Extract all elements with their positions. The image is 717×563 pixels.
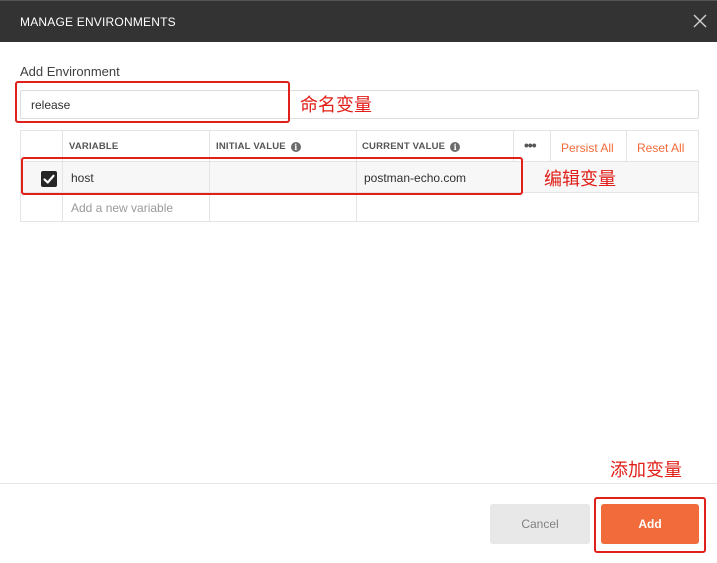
add-button[interactable]: Add xyxy=(601,504,699,544)
info-icon[interactable]: i xyxy=(450,141,461,152)
more-options-icon[interactable]: ••• xyxy=(524,137,537,153)
annotation-name-variable: 命名变量 xyxy=(300,95,372,116)
new-variable-input[interactable]: Add a new variable xyxy=(71,201,173,215)
annotation-add-variable: 添加变量 xyxy=(610,460,682,481)
footer-divider xyxy=(0,483,717,484)
reset-all-button[interactable]: Reset All xyxy=(637,141,684,155)
annotation-edit-variable: 编辑变量 xyxy=(544,169,616,190)
cancel-button[interactable]: Cancel xyxy=(490,504,590,544)
column-divider xyxy=(550,131,551,161)
column-header-current-value: CURRENT VALUE i xyxy=(362,141,461,152)
close-icon[interactable] xyxy=(693,14,707,28)
column-header-initial-value: INITIAL VALUE i xyxy=(216,141,301,152)
column-header-variable: VARIABLE xyxy=(69,141,119,152)
add-environment-label: Add Environment xyxy=(20,64,120,79)
dialog-titlebar: MANAGE ENVIRONMENTS xyxy=(0,0,717,42)
annotation-box-edit xyxy=(21,157,523,195)
persist-all-button[interactable]: Persist All xyxy=(561,141,614,155)
column-divider xyxy=(626,131,627,161)
dialog-title: MANAGE ENVIRONMENTS xyxy=(20,15,176,29)
annotation-box-name xyxy=(15,81,290,123)
info-icon[interactable]: i xyxy=(290,141,301,152)
